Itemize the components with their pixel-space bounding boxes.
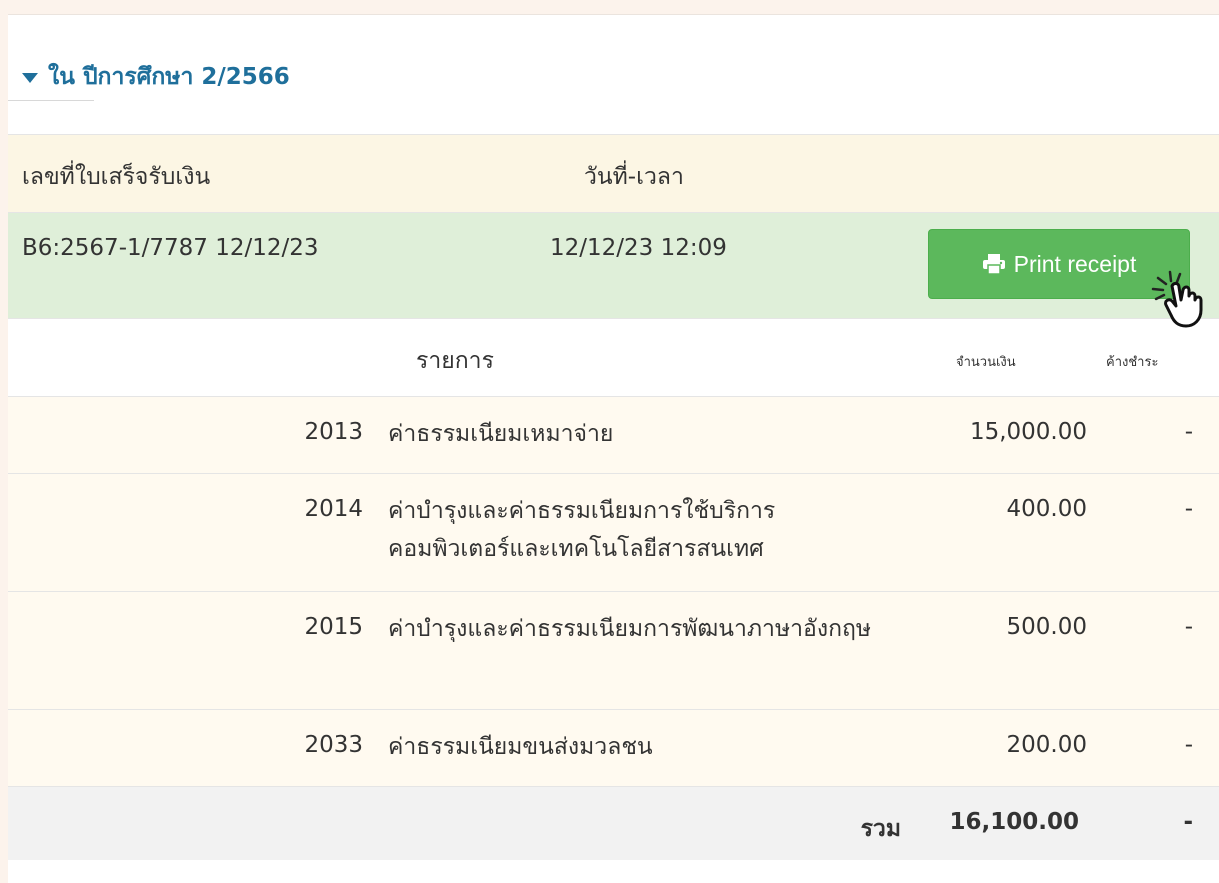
total-label: รวม — [860, 816, 901, 842]
hand-pointer-icon — [1148, 268, 1218, 330]
item-amount: 15,000.00 — [969, 419, 1087, 445]
item-outstanding: - — [1184, 496, 1193, 522]
item-outstanding: - — [1184, 419, 1193, 445]
item-description: ค่าธรรมเนียมเหมาจ่าย — [388, 421, 614, 447]
print-receipt-label: Print receipt — [1013, 250, 1137, 277]
datetime-header: วันที่-เวลา — [584, 164, 684, 190]
outstanding-header: ค้างชำระ — [1106, 355, 1159, 370]
item-description: ค่าธรรมเนียมขนส่งมวลชน — [388, 734, 653, 760]
total-outstanding: - — [1183, 809, 1193, 835]
receipt-number: B6:2567-1/7787 12/12/23 — [22, 235, 319, 261]
table-row: 2015 ค่าบำรุงและค่าธรรมเนียมการพัฒนาภาษา… — [8, 591, 1219, 709]
table-row: 2033 ค่าธรรมเนียมขนส่งมวลชน 200.00 - — [8, 709, 1219, 786]
item-outstanding: - — [1184, 614, 1193, 640]
items-table-header: รายการ จำนวนเงิน ค้างชำระ — [8, 318, 1219, 396]
total-row: รวม 16,100.00 - — [8, 786, 1219, 860]
item-outstanding: - — [1184, 732, 1193, 758]
printer-icon — [982, 253, 1006, 275]
item-code: 2015 — [304, 614, 363, 640]
item-header: รายการ — [416, 348, 494, 374]
receipt-table-header: เลขที่ใบเสร็จรับเงิน วันที่-เวลา — [8, 134, 1219, 212]
table-row: 2014 ค่าบำรุงและค่าธรรมเนียมการใช้บริการ… — [8, 473, 1219, 591]
amount-header: จำนวนเงิน — [956, 355, 1016, 370]
item-amount: 500.00 — [1006, 614, 1087, 640]
item-code: 2013 — [304, 419, 363, 445]
section-underline — [8, 100, 94, 101]
semester-section-toggle[interactable]: ใน ปีการศึกษา 2/2566 — [22, 62, 290, 92]
item-description: ค่าบำรุงและค่าธรรมเนียมการใช้บริการคอมพิ… — [388, 498, 776, 562]
item-amount: 200.00 — [1006, 732, 1087, 758]
receipt-number-header: เลขที่ใบเสร็จรับเงิน — [22, 164, 211, 190]
item-code: 2014 — [304, 496, 363, 522]
item-code: 2033 — [304, 732, 363, 758]
receipt-datetime: 12/12/23 12:09 — [550, 235, 727, 261]
total-amount: 16,100.00 — [949, 809, 1080, 835]
caret-down-icon — [22, 73, 38, 83]
item-description: ค่าบำรุงและค่าธรรมเนียมการพัฒนาภาษาอังกฤ… — [388, 616, 872, 642]
semester-section-title: ใน ปีการศึกษา 2/2566 — [48, 64, 290, 90]
item-amount: 400.00 — [1006, 496, 1087, 522]
table-row: 2013 ค่าธรรมเนียมเหมาจ่าย 15,000.00 - — [8, 396, 1219, 473]
